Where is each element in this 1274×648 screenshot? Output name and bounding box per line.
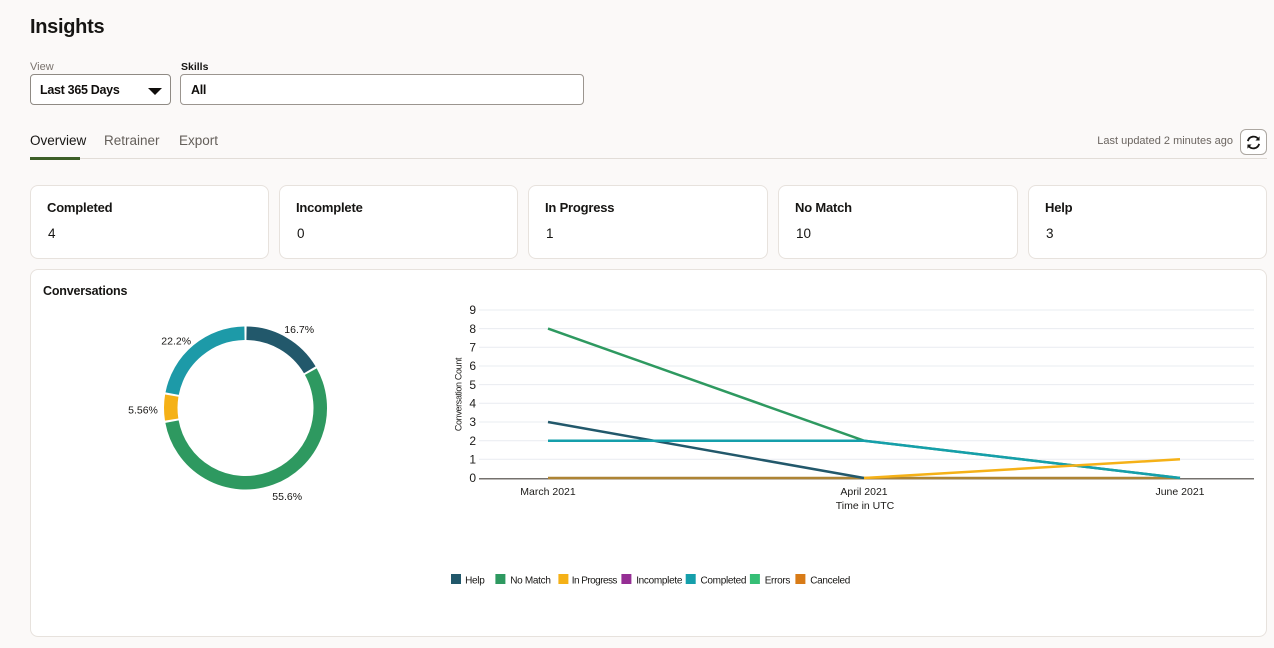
svg-text:1: 1 — [469, 453, 476, 467]
svg-text:55.6%: 55.6% — [272, 491, 302, 503]
svg-text:9: 9 — [469, 303, 476, 317]
svg-text:7: 7 — [469, 341, 476, 355]
svg-text:Conversation Count: Conversation Count — [454, 357, 464, 431]
svg-text:April 2021: April 2021 — [840, 486, 887, 498]
svg-text:Time in UTC: Time in UTC — [836, 500, 895, 512]
svg-text:March 2021: March 2021 — [520, 486, 576, 498]
svg-text:22.2%: 22.2% — [161, 335, 191, 347]
svg-text:5: 5 — [469, 378, 476, 392]
svg-text:8: 8 — [469, 322, 476, 336]
svg-text:Incomplete: Incomplete — [636, 575, 683, 586]
svg-text:Help: Help — [465, 575, 485, 586]
svg-text:Completed: Completed — [701, 575, 747, 586]
svg-text:4: 4 — [469, 397, 476, 411]
svg-text:2: 2 — [469, 434, 476, 448]
svg-text:5.56%: 5.56% — [128, 404, 158, 416]
svg-text:3: 3 — [469, 415, 476, 429]
svg-text:No Match: No Match — [510, 575, 550, 586]
svg-text:Errors: Errors — [765, 575, 791, 586]
svg-text:6: 6 — [469, 359, 476, 373]
svg-text:0: 0 — [469, 471, 476, 485]
svg-text:Canceled: Canceled — [810, 575, 850, 586]
svg-text:June 2021: June 2021 — [1155, 486, 1204, 498]
svg-text:16.7%: 16.7% — [284, 324, 314, 336]
svg-text:In Progress: In Progress — [572, 575, 618, 586]
